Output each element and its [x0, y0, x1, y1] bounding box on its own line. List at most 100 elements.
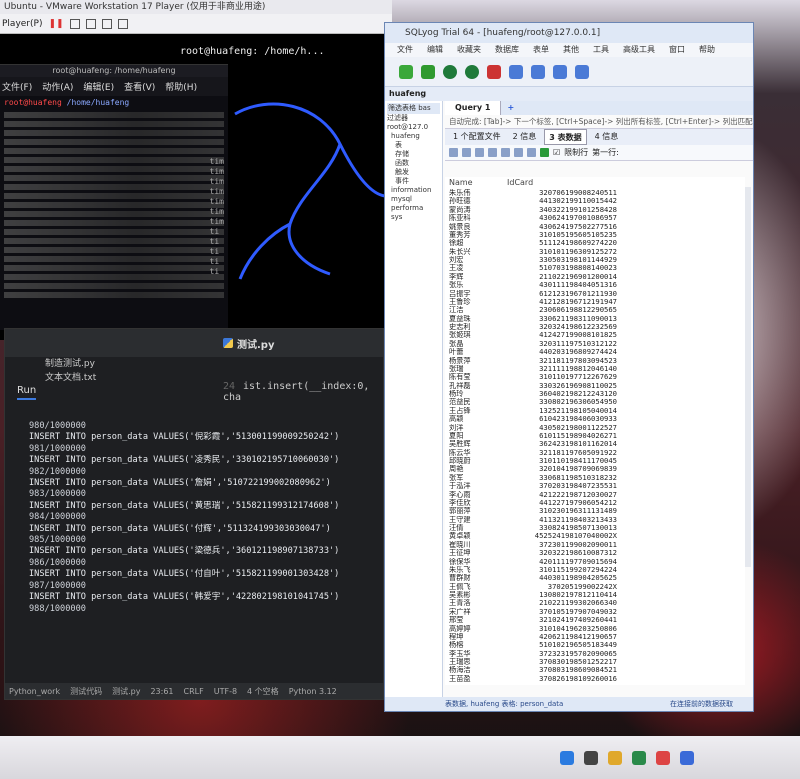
- table-row[interactable]: 崔晓川 372301199002090011: [445, 541, 745, 549]
- cell-idcard[interactable]: 430111198404051316: [497, 281, 617, 289]
- execute-all-icon[interactable]: [465, 64, 479, 79]
- cell-idcard[interactable]: 320311197510312122: [497, 340, 617, 348]
- cell-idcard[interactable]: 420111197709015694: [497, 558, 617, 566]
- vm-tool-icon[interactable]: [101, 18, 112, 29]
- table-row[interactable]: 周艳 320104198709069839: [445, 465, 745, 473]
- cell-name[interactable]: 夏阳: [445, 432, 497, 440]
- cell-idcard[interactable]: 132521198105040014: [497, 407, 617, 415]
- cell-idcard[interactable]: 321024197409260441: [497, 616, 617, 624]
- table-row[interactable]: 王占锋 132521198105040014: [445, 407, 745, 415]
- cell-name[interactable]: 吴胜辉: [445, 440, 497, 448]
- cell-name[interactable]: 朱乐飞: [445, 566, 497, 574]
- cell-idcard[interactable]: 362423198101162014: [497, 440, 617, 448]
- column-name[interactable]: Name: [445, 177, 503, 189]
- cell-idcard[interactable]: 210221199302066340: [497, 599, 617, 607]
- table-row[interactable]: 杨玲 360402198212243120: [445, 390, 745, 398]
- table-row[interactable]: 邢莹 321024197409260441: [445, 616, 745, 624]
- table-row[interactable]: 王瑞思 370830198501252217: [445, 658, 745, 666]
- cell-name[interactable]: 王瑞思: [445, 658, 497, 666]
- cell-name[interactable]: 史志利: [445, 323, 497, 331]
- cell-idcard[interactable]: 420621198412190657: [497, 633, 617, 641]
- cell-idcard[interactable]: 310105195605105235: [497, 231, 617, 239]
- tab-info[interactable]: 4 信息: [591, 129, 623, 145]
- table-row[interactable]: 朱乐飞 310115199207294224: [445, 566, 745, 574]
- cell-name[interactable]: 周艳: [445, 465, 497, 473]
- grid-tool-icon[interactable]: [514, 148, 523, 157]
- connect-icon[interactable]: [399, 64, 413, 79]
- tab-query-1[interactable]: Query 1: [445, 101, 502, 115]
- file-item[interactable]: 制造测试.py: [45, 357, 96, 371]
- cell-idcard[interactable]: 330326196908110025: [497, 382, 617, 390]
- cell-name[interactable]: 邢莹: [445, 616, 497, 624]
- cell-idcard[interactable]: 320324198612232569: [497, 323, 617, 331]
- menu-item[interactable]: 窗口: [669, 43, 685, 57]
- cell-name[interactable]: 崔晓川: [445, 541, 497, 549]
- table-row[interactable]: 孔祥磊 330326196908110025: [445, 382, 745, 390]
- tree-item[interactable]: huafeng: [387, 132, 440, 141]
- menu-item[interactable]: 编辑: [427, 43, 443, 57]
- table-row[interactable]: 徐超 511124198609274220: [445, 239, 745, 247]
- cell-idcard[interactable]: 370830198501252217: [497, 658, 617, 666]
- menu-item[interactable]: 表单: [533, 43, 549, 57]
- cell-name[interactable]: 高颖: [445, 415, 497, 423]
- cell-idcard[interactable]: 230606198812290565: [497, 306, 617, 314]
- pause-icon[interactable]: ❚❚: [48, 19, 63, 29]
- table-row[interactable]: 张晶 320311197510312122: [445, 340, 745, 348]
- table-row[interactable]: 杨景萍 321181197803094523: [445, 357, 745, 365]
- cell-name[interactable]: 朱长兴: [445, 248, 497, 256]
- table-row[interactable]: 高婷婷 310104196203250806: [445, 625, 745, 633]
- table-row[interactable]: 陈有莹 310110197712267629: [445, 373, 745, 381]
- cell-idcard[interactable]: 370826198109260016: [497, 675, 617, 683]
- cell-idcard[interactable]: 372323195702090065: [497, 650, 617, 658]
- grid-scrollbar[interactable]: [745, 187, 751, 567]
- grid-tool-icon[interactable]: [488, 148, 497, 157]
- cell-name[interactable]: 于泓洋: [445, 482, 497, 490]
- explorer-icon[interactable]: [608, 750, 622, 765]
- cell-idcard[interactable]: 430624197502277516: [497, 223, 617, 231]
- cell-idcard[interactable]: 310110197712267629: [497, 373, 617, 381]
- table-row[interactable]: 邱晓蔚 310110198411170045: [445, 457, 745, 465]
- cell-idcard[interactable]: 310230196311131489: [497, 507, 617, 515]
- tab-messages[interactable]: 2 信息: [509, 129, 541, 145]
- table-row[interactable]: 刘洋 430502198001122527: [445, 424, 745, 432]
- cell-idcard[interactable]: 372301199002090011: [497, 541, 617, 549]
- connection-tab[interactable]: huafeng: [385, 87, 753, 101]
- tree-item[interactable]: 函数: [387, 159, 440, 168]
- tree-item[interactable]: 事件: [387, 177, 440, 186]
- cell-idcard[interactable]: 430624197001086957: [497, 214, 617, 222]
- table-row[interactable]: 陈亚科 430624197001086957: [445, 214, 745, 222]
- table-row[interactable]: 张乐 430111198404051316: [445, 281, 745, 289]
- cell-idcard[interactable]: 320104198709069839: [497, 465, 617, 473]
- cell-name[interactable]: 杨榕: [445, 641, 497, 649]
- cell-name[interactable]: 张姬琪: [445, 331, 497, 339]
- tab-table-data[interactable]: 3 表数据: [544, 129, 587, 145]
- table-row[interactable]: 黄卓颖 452524198107040002X: [445, 532, 745, 540]
- table-row[interactable]: 史志利 320324198612232569: [445, 323, 745, 331]
- cell-idcard[interactable]: 330681198510318232: [497, 474, 617, 482]
- cell-idcard[interactable]: 320322198610087312: [497, 549, 617, 557]
- cell-name[interactable]: 江洁: [445, 306, 497, 314]
- table-row[interactable]: 张姬琪 412427199008101825: [445, 331, 745, 339]
- cell-idcard[interactable]: 370205199002242X: [497, 583, 617, 591]
- table-row[interactable]: 汪倩 330824198507130013: [445, 524, 745, 532]
- cell-name[interactable]: 董秀芳: [445, 231, 497, 239]
- vm-tool-icon[interactable]: [69, 18, 80, 29]
- cell-idcard[interactable]: 412427199008101825: [497, 331, 617, 339]
- cell-name[interactable]: 郭丽萍: [445, 507, 497, 515]
- table-row[interactable]: 董秀芳 310105195605105235: [445, 231, 745, 239]
- tree-item[interactable]: mysql: [387, 195, 440, 204]
- cell-name[interactable]: 汪倩: [445, 524, 497, 532]
- cell-idcard[interactable]: 411321198403213433: [497, 516, 617, 524]
- table-row[interactable]: 江洁 230606198812290565: [445, 306, 745, 314]
- cell-name[interactable]: 王守建: [445, 516, 497, 524]
- table-row[interactable]: 夏益珠 330621198311090013: [445, 315, 745, 323]
- cell-name[interactable]: 王凌: [445, 264, 497, 272]
- cell-name[interactable]: 张军: [445, 474, 497, 482]
- grid-tool-icon[interactable]: [462, 148, 471, 157]
- file-item[interactable]: 文本文档.txt: [45, 371, 96, 385]
- cell-idcard[interactable]: 310104196203250806: [497, 625, 617, 633]
- cell-name[interactable]: 叶蕾: [445, 348, 497, 356]
- menu-file[interactable]: 文件(F): [2, 80, 32, 93]
- cell-name[interactable]: 朱乐伟: [445, 189, 497, 197]
- table-row[interactable]: 于泓洋 370203198407235531: [445, 482, 745, 490]
